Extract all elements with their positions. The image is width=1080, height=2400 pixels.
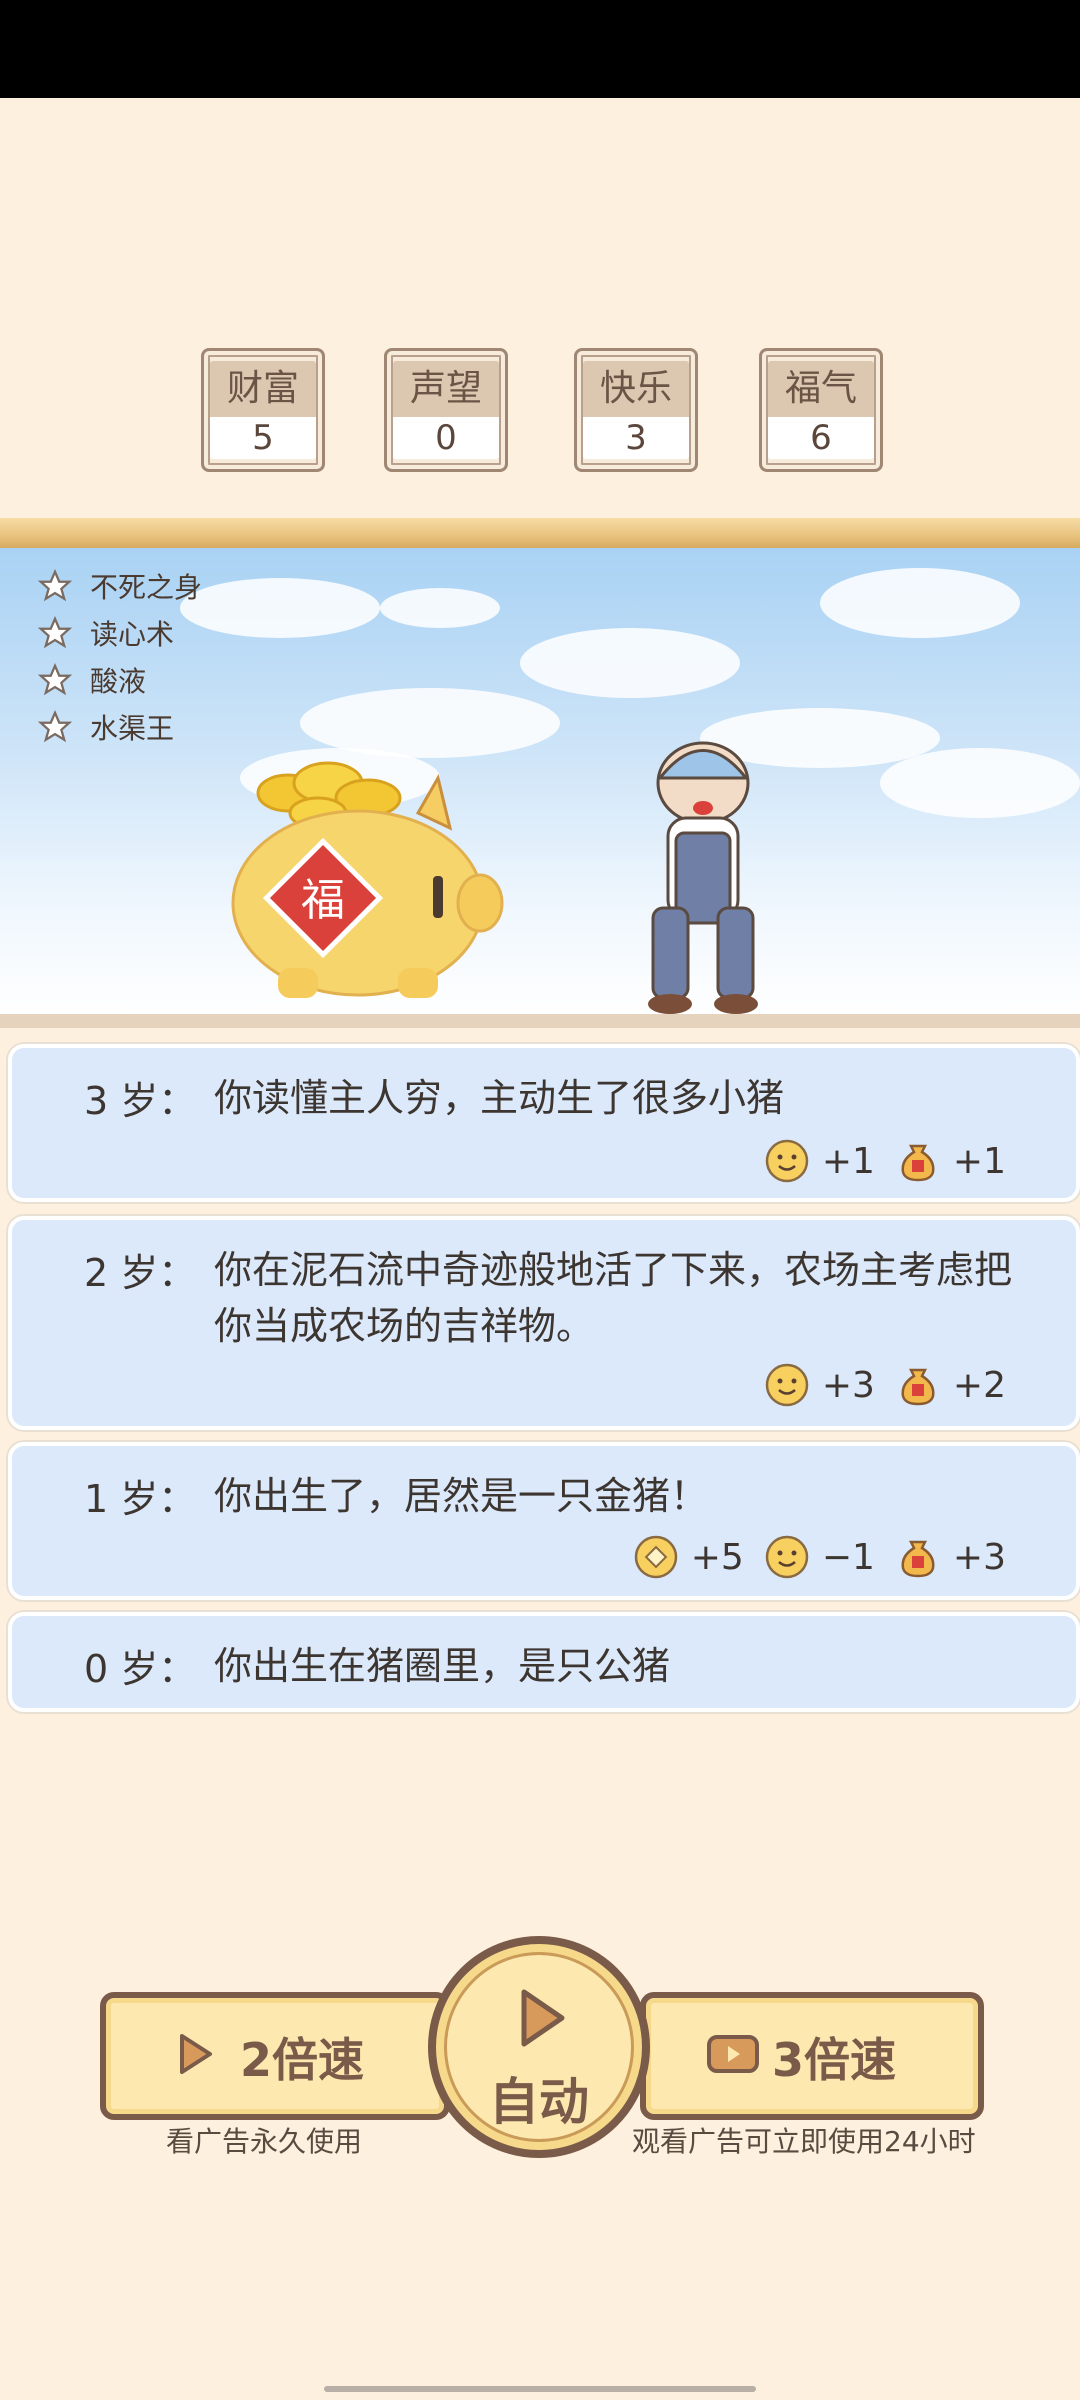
effect-item: +1 — [895, 1138, 1006, 1184]
effect-item: −1 — [764, 1534, 875, 1580]
effect-item: +1 — [764, 1138, 875, 1184]
star-icon — [38, 568, 72, 601]
star-icon — [38, 662, 72, 695]
star-icon — [38, 709, 72, 742]
talent-name: 读心术 — [90, 617, 175, 651]
log-age: 2 岁： — [84, 1251, 197, 1295]
lucky-bag-icon — [901, 1540, 935, 1578]
speed-3x-label: 3倍速 — [772, 2033, 897, 2087]
auto-label: 自动 — [489, 2073, 589, 2131]
effect-value: +5 — [690, 1536, 744, 1578]
cloud — [180, 578, 380, 638]
talent-item: 读心术 — [38, 609, 202, 656]
log-effects: +1 +1 — [764, 1138, 1006, 1184]
stat-happiness: 快乐 3 — [574, 348, 698, 472]
stat-value: 3 — [583, 417, 689, 459]
video-ad-icon — [707, 2035, 759, 2073]
smile-icon — [765, 1363, 809, 1407]
smile-icon — [765, 1139, 809, 1183]
lucky-bag-icon — [901, 1368, 935, 1406]
log-text: 你出生了，居然是一只金猪！ — [214, 1474, 709, 1518]
stat-label: 福气 — [768, 361, 874, 417]
effect-item: +3 — [764, 1362, 875, 1408]
play-icon — [180, 2034, 212, 2074]
effect-value: +3 — [952, 1536, 1006, 1578]
effect-item: +5 — [633, 1534, 744, 1580]
log-entry: 0 岁： 你出生在猪圈里，是只公猪 — [8, 1612, 1080, 1712]
scene-frame-bottom — [0, 1014, 1080, 1028]
golden-pig-icon: 福 — [231, 761, 504, 998]
stat-label: 声望 — [393, 361, 499, 417]
farmer-character-icon — [648, 741, 758, 1014]
cloud — [820, 568, 1020, 638]
stat-value: 0 — [393, 417, 499, 459]
stat-value: 6 — [768, 417, 874, 459]
status-bar — [0, 0, 1080, 98]
log-age: 0 岁： — [84, 1647, 197, 1691]
speed-3x-caption: 观看广告可立即使用24小时 — [632, 2125, 976, 2158]
cloud — [380, 588, 500, 628]
speed-2x-caption: 看广告永久使用 — [166, 2125, 363, 2158]
speed-2x-label: 2倍速 — [240, 2033, 365, 2087]
smile-icon — [765, 1535, 809, 1579]
talent-list: 不死之身 读心术 酸液 水渠王 — [38, 562, 202, 750]
log-effects: +3 +2 — [764, 1362, 1006, 1408]
log-text: 你读懂主人穷，主动生了很多小猪 — [214, 1076, 785, 1120]
scene-frame-top — [0, 518, 1080, 548]
effect-value: +1 — [952, 1140, 1006, 1182]
stat-fortune: 福气 6 — [759, 348, 883, 472]
talent-name: 酸液 — [90, 664, 147, 698]
effect-value: −1 — [821, 1536, 875, 1578]
log-entry: 3 岁： 你读懂主人穷，主动生了很多小猪 +1 +1 — [8, 1044, 1080, 1202]
coin-icon — [634, 1535, 678, 1579]
auto-play-button[interactable]: 自动 — [428, 1936, 650, 2158]
home-indicator[interactable] — [324, 2386, 756, 2392]
effect-item: +2 — [895, 1362, 1006, 1408]
log-entry: 1 岁： 你出生了，居然是一只金猪！ +5 −1 +3 — [8, 1442, 1080, 1600]
effect-value: +3 — [821, 1364, 875, 1406]
speed-2x-button[interactable]: 2倍速 — [100, 1992, 450, 2120]
stat-value: 5 — [210, 417, 316, 459]
log-age: 3 岁： — [84, 1079, 197, 1123]
log-entry: 2 岁： 你在泥石流中奇迹般地活了下来，农场主考虑把你当成农场的吉祥物。 +3 … — [8, 1216, 1080, 1430]
lucky-bag-icon — [901, 1144, 935, 1182]
speed-3x-button[interactable]: 3倍速 — [640, 1992, 984, 2120]
effect-value: +1 — [821, 1140, 875, 1182]
talent-name: 不死之身 — [90, 570, 203, 604]
log-text: 你在泥石流中奇迹般地活了下来，农场主考虑把你当成农场的吉祥物。 — [214, 1248, 1013, 1348]
talent-item: 酸液 — [38, 656, 202, 703]
pig-badge-text: 福 — [301, 875, 345, 926]
log-text: 你出生在猪圈里，是只公猪 — [214, 1644, 671, 1688]
log-effects: +5 −1 +3 — [633, 1534, 1006, 1580]
talent-item: 不死之身 — [38, 562, 202, 609]
stat-label: 快乐 — [583, 361, 689, 417]
talent-item: 水渠王 — [38, 703, 202, 750]
log-age: 1 岁： — [84, 1477, 197, 1521]
effect-value: +2 — [952, 1364, 1006, 1406]
play-icon — [521, 1989, 565, 2047]
stat-wealth: 财富 5 — [201, 348, 325, 472]
star-icon — [38, 615, 72, 648]
cloud — [880, 748, 1080, 818]
cloud — [520, 628, 740, 698]
stat-label: 财富 — [210, 361, 316, 417]
effect-item: +3 — [895, 1534, 1006, 1580]
stat-reputation: 声望 0 — [384, 348, 508, 472]
talent-name: 水渠王 — [90, 711, 175, 745]
